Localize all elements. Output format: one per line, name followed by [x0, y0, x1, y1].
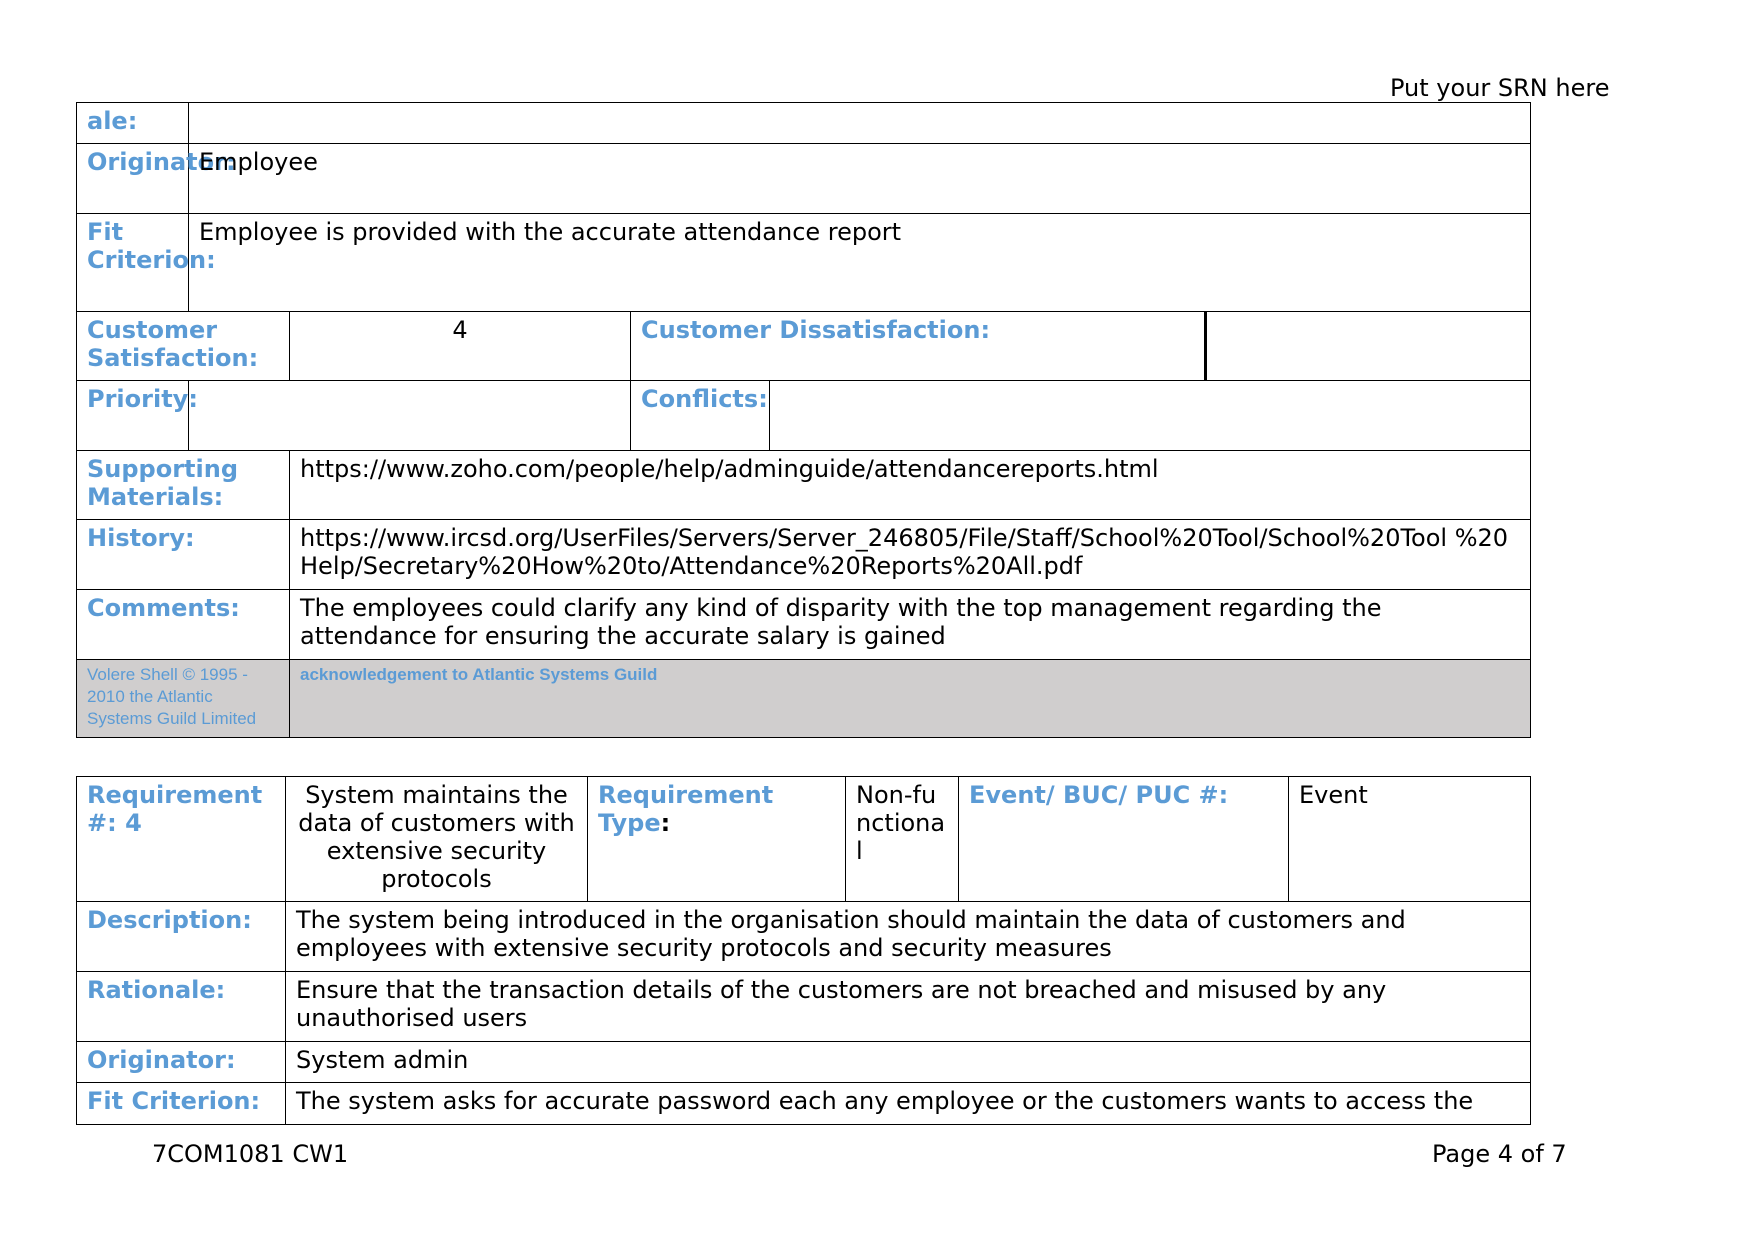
conflicts-value[interactable]: [768, 380, 1532, 451]
requirement-shell-table-2: Requirement #: 4 System maintains the da…: [76, 776, 1531, 1125]
satisfaction-row: Customer Satisfaction: 4 Customer Dissat…: [76, 311, 1532, 381]
customer-satisfaction-value[interactable]: 4: [289, 311, 631, 381]
rationale-label: ale:: [76, 102, 189, 144]
priority-value[interactable]: [188, 380, 631, 451]
rationale-label-2: Rationale:: [76, 971, 286, 1042]
rationale-value-2[interactable]: Ensure that the transaction details of t…: [285, 971, 1531, 1042]
supporting-materials-row: Supporting Materials: https://www.zoho.c…: [76, 450, 1532, 520]
fit-criterion-value[interactable]: Employee is provided with the accurate a…: [187, 213, 1532, 312]
comments-row: Comments: The employees could clarify an…: [76, 589, 1532, 660]
originator-value[interactable]: Employee: [187, 143, 1532, 214]
description-label: Description:: [76, 901, 286, 972]
event-label: Event/ BUC/ PUC #:: [958, 776, 1289, 902]
customer-satisfaction-label: Customer Satisfaction:: [76, 311, 290, 381]
originator-label: Originator:: [76, 143, 236, 214]
requirement-header-row: Requirement #: 4 System maintains the da…: [76, 776, 1531, 902]
requirement-number-label: Requirement #: 4: [76, 776, 286, 902]
customer-dissatisfaction-value[interactable]: [1203, 311, 1532, 381]
fit-criterion-value-2[interactable]: The system asks for accurate password ea…: [285, 1082, 1531, 1125]
rationale-row-2: Rationale: Ensure that the transaction d…: [76, 971, 1531, 1042]
event-value[interactable]: Event: [1288, 776, 1531, 902]
requirement-type-label: Requirement Type:: [587, 776, 846, 902]
supporting-materials-label: Supporting Materials:: [76, 450, 290, 520]
history-value[interactable]: https://www.ircsd.org/UserFiles/Servers/…: [288, 519, 1532, 590]
copyright-row: Volere Shell © 1995 - 2010 the Atlantic …: [76, 659, 1532, 738]
fit-criterion-row-2: Fit Criterion: The system asks for accur…: [76, 1082, 1531, 1125]
history-row: History: https://www.ircsd.org/UserFiles…: [76, 519, 1532, 590]
comments-label: Comments:: [76, 589, 290, 660]
history-label: History:: [76, 519, 290, 590]
acknowledgement-text: acknowledgement to Atlantic Systems Guil…: [288, 659, 1532, 738]
requirement-shell-table-1: ale: Originator: Employee Fit Criterion:…: [76, 102, 1532, 738]
rationale-value[interactable]: [187, 102, 1532, 144]
priority-label: Priority:: [76, 380, 198, 451]
requirement-title[interactable]: System maintains the data of customers w…: [285, 776, 588, 902]
requirement-type-colon: :: [660, 809, 671, 837]
originator-label-2: Originator:: [76, 1041, 286, 1083]
footer-course-code: 7COM1081 CW1: [152, 1140, 349, 1168]
requirement-type-label-text: Requirement Type: [598, 781, 774, 837]
conflicts-label: Conflicts:: [630, 380, 770, 451]
requirement-type-value[interactable]: Non-functional: [845, 776, 959, 902]
description-value[interactable]: The system being introduced in the organ…: [285, 901, 1531, 972]
originator-row: Originator: Employee: [76, 143, 1532, 214]
copyright-text: Volere Shell © 1995 - 2010 the Atlantic …: [76, 659, 290, 738]
originator-value-2[interactable]: System admin: [285, 1041, 1531, 1083]
originator-row-2: Originator: System admin: [76, 1041, 1531, 1083]
customer-dissatisfaction-label: Customer Dissatisfaction:: [630, 311, 1206, 381]
srn-placeholder: Put your SRN here: [1390, 74, 1610, 102]
fit-criterion-row: Fit Criterion: Employee is provided with…: [76, 213, 1532, 312]
comments-value[interactable]: The employees could clarify any kind of …: [288, 589, 1532, 660]
footer-page-number: Page 4 of 7: [1432, 1140, 1567, 1168]
description-row: Description: The system being introduced…: [76, 901, 1531, 972]
supporting-materials-value[interactable]: https://www.zoho.com/people/help/admingu…: [288, 450, 1532, 520]
fit-criterion-label: Fit Criterion:: [76, 213, 216, 312]
fit-criterion-label-2: Fit Criterion:: [76, 1082, 286, 1125]
rationale-row: ale:: [76, 102, 1532, 144]
priority-conflicts-row: Priority: Conflicts:: [76, 380, 1532, 451]
